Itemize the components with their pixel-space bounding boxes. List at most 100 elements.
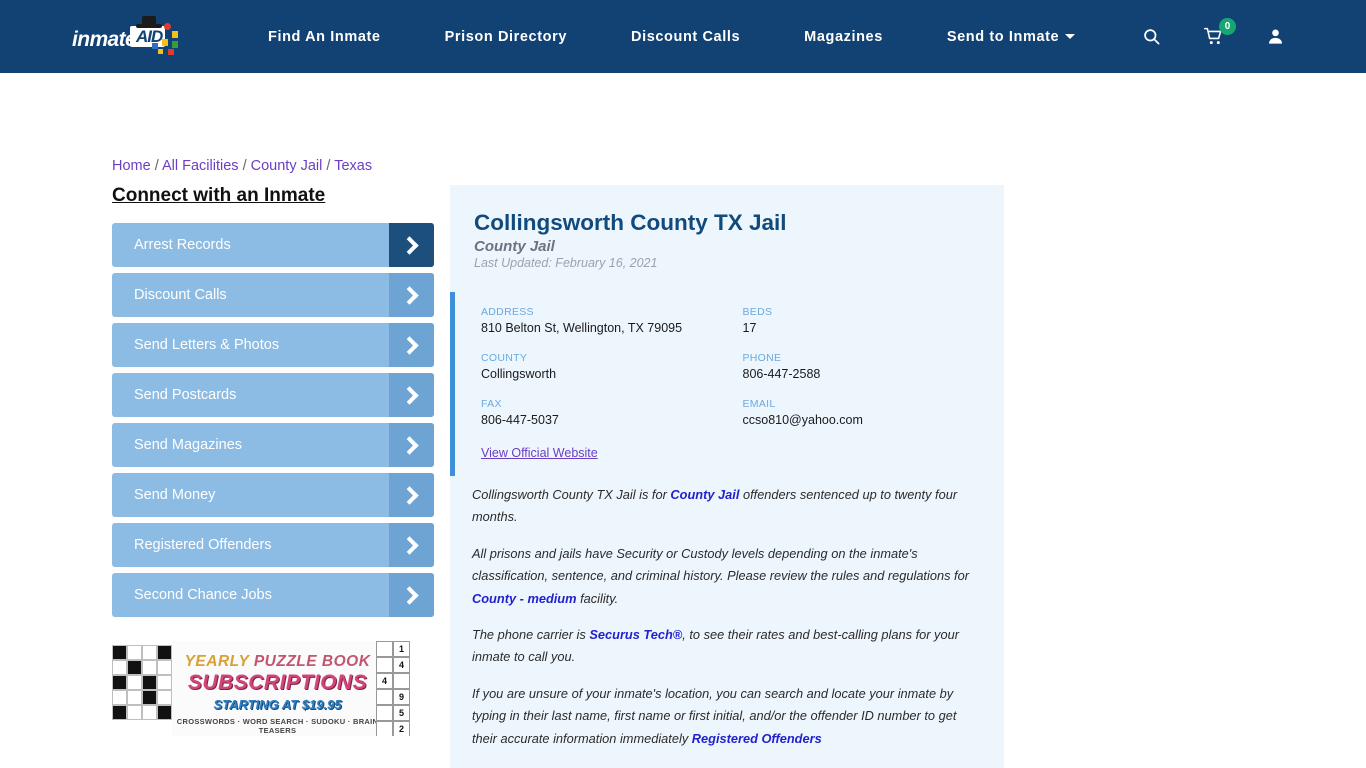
sudoku-cell: 9 bbox=[393, 689, 410, 705]
chevron-right-icon bbox=[389, 273, 434, 317]
sudoku-cell: 5 bbox=[393, 705, 410, 721]
nav-send-to-inmate-label: Send to Inmate bbox=[946, 28, 1060, 45]
beds-field: BEDS 17 bbox=[743, 306, 1005, 335]
paragraph-text: All prisons and jails have Security or C… bbox=[472, 545, 969, 584]
sidebar-item-send-postcards[interactable]: Send Postcards bbox=[112, 373, 434, 417]
facility-header: Collingsworth County TX Jail County Jail… bbox=[450, 209, 1004, 270]
ad-price-line: STARTING AT $19.95 bbox=[213, 697, 342, 712]
breadcrumb-item-texas[interactable]: Texas bbox=[334, 158, 372, 174]
sidebar-item-label: Registered Offenders bbox=[134, 537, 272, 553]
chevron-down-icon bbox=[1065, 34, 1076, 40]
nav-prison-directory[interactable]: Prison Directory bbox=[445, 19, 567, 55]
sidebar-item-label: Send Magazines bbox=[134, 437, 243, 453]
phone-value: 806-447-2588 bbox=[742, 367, 821, 381]
nav-discount-calls[interactable]: Discount Calls bbox=[631, 19, 740, 55]
puzzle-book-ad-banner[interactable]: YEARLY PUZZLE BOOK SUBSCRIPTIONS STARTIN… bbox=[112, 641, 427, 736]
sidebar-item-registered-offenders[interactable]: Registered Offenders bbox=[112, 523, 434, 567]
confetti-dot-icon bbox=[172, 30, 178, 38]
sidebar-item-send-magazines[interactable]: Send Magazines bbox=[112, 423, 434, 467]
sidebar-item-label: Send Letters & Photos bbox=[134, 337, 280, 353]
breadcrumb-item-home[interactable]: Home bbox=[112, 158, 151, 174]
county-label: COUNTY bbox=[481, 352, 528, 364]
sidebar-item-discount-calls[interactable]: Discount Calls bbox=[112, 273, 434, 317]
sidebar-item-label: Arrest Records bbox=[134, 237, 231, 253]
sidebar-item-send-letters-photos[interactable]: Send Letters & Photos bbox=[112, 323, 434, 367]
sidebar-item-send-money[interactable]: Send Money bbox=[112, 473, 434, 517]
county-jail-link[interactable]: County Jail bbox=[670, 487, 739, 502]
page-body: Home / All Facilities / County Jail / Te… bbox=[0, 73, 1366, 768]
address-field: ADDRESS 810 Belton St, Wellington, TX 79… bbox=[481, 306, 743, 335]
breadcrumb-separator: / bbox=[242, 158, 247, 174]
sidebar-title: Connect with an Inmate bbox=[112, 185, 326, 206]
chevron-right-icon bbox=[389, 423, 434, 467]
sidebar-item-label: Send Postcards bbox=[134, 387, 237, 403]
breadcrumb-item-all-facilities[interactable]: All Facilities bbox=[162, 158, 239, 174]
cart-count-badge: 0 bbox=[1219, 17, 1236, 35]
shopping-cart-icon[interactable]: 0 bbox=[1196, 17, 1236, 54]
county-field: COUNTY Collingsworth bbox=[481, 352, 743, 381]
confetti-dot-icon bbox=[168, 48, 174, 55]
nav-send-to-inmate[interactable]: Send to Inmate bbox=[946, 19, 1076, 55]
ad-headline-puzzle-book: PUZZLE BOOK bbox=[253, 653, 371, 670]
sidebar-item-label: Send Money bbox=[134, 487, 216, 503]
nav-find-an-inmate[interactable]: Find An Inmate bbox=[268, 19, 381, 55]
facility-info-right-column: BEDS 17 PHONE 806-447-2588 EMAIL ccso810… bbox=[743, 306, 1005, 462]
county-medium-link[interactable]: County - medium bbox=[472, 591, 577, 606]
email-field: EMAIL ccso810@yahoo.com bbox=[743, 398, 1005, 427]
facility-type: County Jail bbox=[474, 238, 555, 255]
breadcrumb-separator: / bbox=[326, 158, 331, 174]
confetti-dot-icon bbox=[162, 38, 168, 46]
sudoku-cell bbox=[376, 705, 393, 721]
paragraph-text: Collingsworth County TX Jail is for bbox=[472, 487, 671, 502]
sidebar-item-label: Second Chance Jobs bbox=[134, 587, 272, 603]
sudoku-cell bbox=[376, 641, 393, 657]
address-value: 810 Belton St, Wellington, TX 79095 bbox=[481, 321, 683, 335]
description-paragraph-4: If you are unsure of your inmate's locat… bbox=[472, 683, 980, 750]
sudoku-cell: 4 bbox=[393, 657, 410, 673]
fax-value: 806-447-5037 bbox=[481, 413, 559, 427]
chevron-right-icon bbox=[389, 473, 434, 517]
search-icon[interactable] bbox=[1134, 20, 1168, 54]
sudoku-cell bbox=[376, 657, 393, 673]
description-paragraph-2: All prisons and jails have Security or C… bbox=[472, 543, 980, 610]
header-icon-group: 0 bbox=[1106, 0, 1292, 73]
facility-card: Collingsworth County TX Jail County Jail… bbox=[450, 185, 1004, 768]
chevron-right-icon bbox=[389, 373, 434, 417]
top-hat-icon bbox=[136, 15, 162, 29]
ad-headline-yearly: YEARLY bbox=[184, 653, 254, 670]
ad-copy: YEARLY PUZZLE BOOK SUBSCRIPTIONS STARTIN… bbox=[172, 641, 383, 736]
chevron-right-icon bbox=[389, 573, 434, 617]
site-logo[interactable]: inmate AID bbox=[72, 15, 190, 59]
email-value: ccso810@yahoo.com bbox=[742, 413, 863, 427]
main-navigation: Find An Inmate Prison Directory Discount… bbox=[268, 19, 1076, 55]
sudoku-cell bbox=[393, 673, 410, 689]
securus-tech-link[interactable]: Securus Tech® bbox=[589, 627, 682, 642]
paragraph-text: facility. bbox=[576, 590, 619, 606]
beds-value: 17 bbox=[742, 321, 757, 335]
logo-wordmark: inmate bbox=[72, 28, 137, 51]
nav-magazines[interactable]: Magazines bbox=[804, 19, 883, 55]
fax-field: FAX 806-447-5037 bbox=[481, 398, 743, 427]
sidebar-item-arrest-records[interactable]: Arrest Records bbox=[112, 223, 434, 267]
sidebar: Connect with an Inmate Arrest Records Di… bbox=[112, 185, 434, 623]
beds-label: BEDS bbox=[742, 306, 773, 318]
sudoku-cell: 4 bbox=[376, 673, 393, 689]
address-label: ADDRESS bbox=[481, 306, 534, 318]
sudoku-cell: 2 bbox=[393, 721, 410, 736]
facility-info-panel: ADDRESS 810 Belton St, Wellington, TX 79… bbox=[450, 292, 1004, 476]
sidebar-item-second-chance-jobs[interactable]: Second Chance Jobs bbox=[112, 573, 434, 617]
ad-headline-line1: YEARLY PUZZLE BOOK bbox=[172, 653, 383, 671]
registered-offenders-link[interactable]: Registered Offenders bbox=[692, 731, 822, 746]
sudoku-cell bbox=[376, 689, 393, 705]
chevron-right-icon bbox=[389, 523, 434, 567]
confetti-dot-icon bbox=[164, 22, 171, 30]
site-header: inmate AID Find An Inmate Prison Directo… bbox=[0, 0, 1366, 73]
description-paragraph-3: The phone carrier is Securus Tech®, to s… bbox=[472, 624, 980, 669]
confetti-dot-icon bbox=[172, 40, 178, 48]
ad-headline-subscriptions: SUBSCRIPTIONS bbox=[187, 671, 368, 694]
user-account-icon[interactable] bbox=[1258, 20, 1292, 54]
breadcrumb-item-county-jail[interactable]: County Jail bbox=[251, 158, 323, 174]
description-paragraph-1: Collingsworth County TX Jail is for Coun… bbox=[472, 484, 980, 529]
breadcrumb-separator: / bbox=[154, 158, 159, 174]
view-official-website-link[interactable]: View Official Website bbox=[481, 446, 598, 460]
